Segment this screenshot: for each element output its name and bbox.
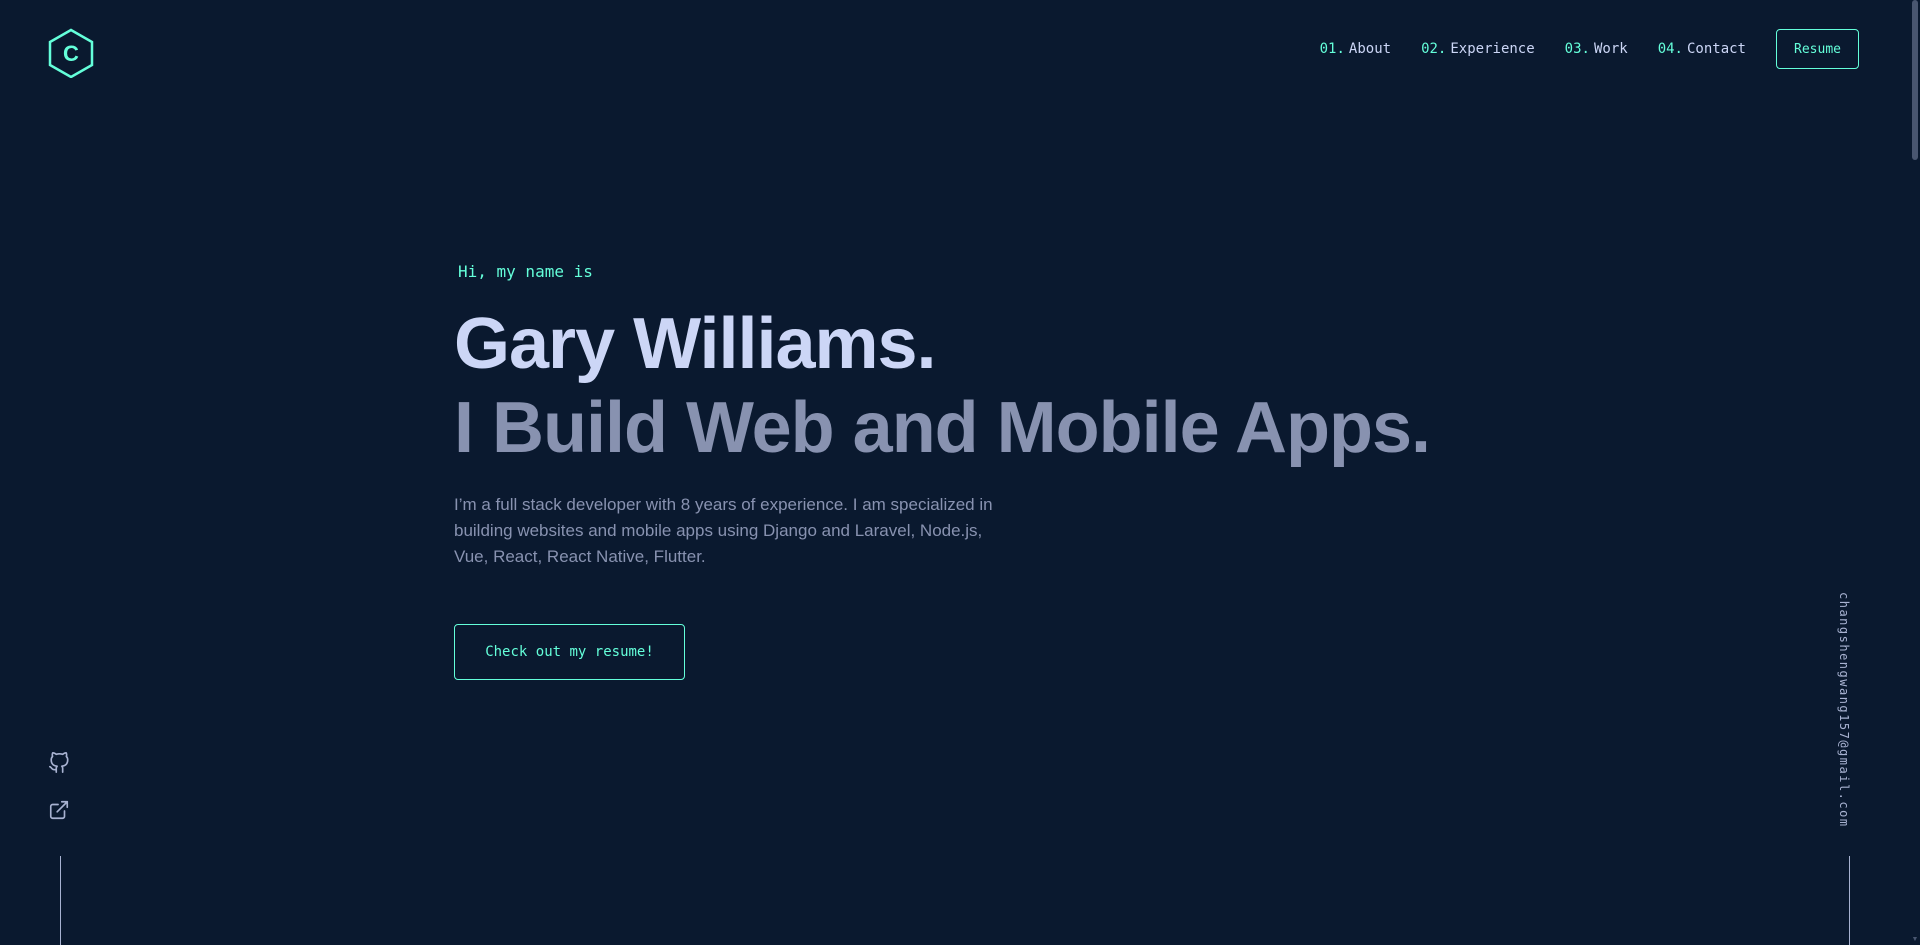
nav-label: Work [1593, 41, 1628, 57]
hero-name: Gary Williams. [454, 304, 937, 384]
hero-section: Hi, my name is Gary Williams. I Build We… [454, 260, 1454, 680]
email-link[interactable]: changshengwang157@gmail.com [1837, 592, 1851, 828]
nav-number: 04. [1657, 41, 1683, 57]
nav-item-work[interactable]: 03. Work [1565, 41, 1628, 57]
right-rail-line [1849, 856, 1850, 945]
external-link-icon [49, 800, 69, 820]
resume-button[interactable]: Resume [1776, 29, 1859, 69]
social-links [48, 752, 72, 846]
nav-item-experience[interactable]: 02. Experience [1421, 41, 1535, 57]
github-icon [49, 752, 69, 773]
scroll-thumb[interactable] [1912, 0, 1918, 160]
external-link[interactable] [48, 799, 72, 823]
left-rail-line [60, 856, 61, 945]
hero-intro: Hi, my name is [458, 262, 593, 281]
nav-item-about[interactable]: 01. About [1320, 41, 1391, 57]
nav-number: 02. [1421, 41, 1447, 57]
resume-cta-button[interactable]: Check out my resume! [454, 624, 685, 680]
nav-label: Contact [1686, 41, 1746, 57]
github-link[interactable] [48, 752, 72, 776]
nav-item-contact[interactable]: 04. Contact [1658, 41, 1746, 57]
nav-number: 01. [1319, 41, 1345, 57]
page-scrollbar[interactable]: ▼ [1910, 0, 1920, 945]
hexagon-logo-icon: C [48, 28, 94, 78]
nav-label: About [1348, 41, 1392, 57]
logo-letter: C [63, 41, 79, 66]
logo[interactable]: C [47, 28, 95, 78]
nav-label: Experience [1450, 41, 1535, 57]
main-nav: 01. About 02. Experience 03. Work 04. Contac… [1320, 28, 1859, 70]
hero-tagline: I Build Web and Mobile Apps. [454, 388, 1431, 468]
hero-description: I’m a full stack developer with 8 years … [454, 495, 993, 566]
nav-number: 03. [1564, 41, 1590, 57]
scroll-down-arrow-icon[interactable]: ▼ [1911, 936, 1919, 944]
